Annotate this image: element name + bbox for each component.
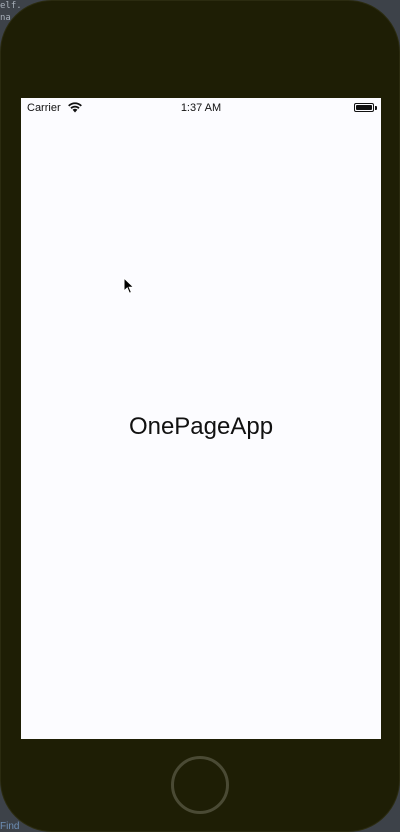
status-bar: Carrier 1:37 AM <box>21 98 381 118</box>
status-time: 1:37 AM <box>180 102 222 114</box>
battery-icon <box>354 103 374 112</box>
iphone-simulator-frame: Carrier 1:37 AM OnePageApp <box>0 0 400 832</box>
background-bottom-text: Find <box>0 821 20 832</box>
battery-cap <box>375 106 377 110</box>
simulator-screen[interactable]: Carrier 1:37 AM OnePageApp <box>21 98 381 739</box>
battery-level <box>356 105 372 110</box>
mouse-pointer-icon <box>123 277 135 294</box>
home-button[interactable] <box>171 756 229 814</box>
app-title-label: OnePageApp <box>128 413 274 440</box>
